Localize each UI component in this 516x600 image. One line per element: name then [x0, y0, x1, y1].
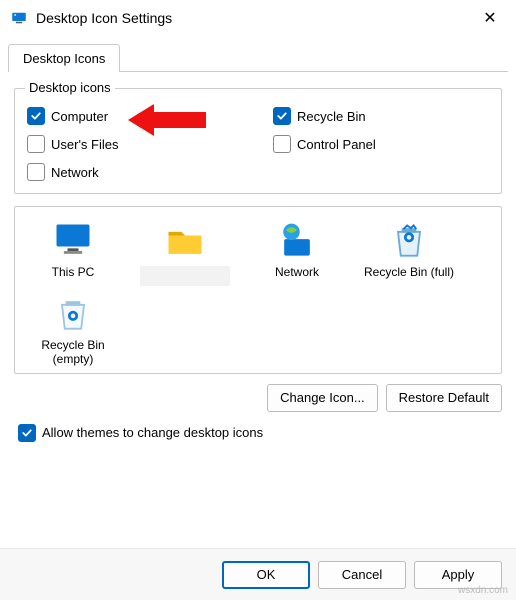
preview-icon-label: This PC — [23, 266, 123, 280]
icon-preview-panel: This PC Network Recycle Bin (full) Recycle … — [14, 206, 502, 374]
dialog-content: Desktop icons Computer Recycle Bin User's … — [0, 72, 516, 460]
preview-icon-recycle-bin-empty-[interactable]: Recycle Bin (empty) — [23, 292, 123, 367]
preview-icon-folder[interactable] — [135, 219, 235, 286]
allow-themes-checkbox[interactable] — [18, 424, 36, 442]
checkbox-recycle-bin[interactable] — [273, 107, 291, 125]
folder-icon — [163, 219, 207, 263]
checkbox-label: Recycle Bin — [297, 109, 366, 124]
redacted-label — [140, 266, 230, 286]
checkbox-label: Control Panel — [297, 137, 376, 152]
close-button[interactable]: ✕ — [474, 8, 506, 28]
group-legend: Desktop icons — [25, 80, 115, 95]
checkbox-label: Network — [51, 165, 99, 180]
ok-button[interactable]: OK — [222, 561, 310, 589]
apply-button[interactable]: Apply — [414, 561, 502, 589]
checkbox-row: Control Panel — [273, 135, 489, 153]
group-desktop-icons: Desktop icons ComputerRecycle BinUser's … — [14, 88, 502, 194]
preview-icon-recycle-bin-full-[interactable]: Recycle Bin (full) — [359, 219, 459, 286]
restore-default-button[interactable]: Restore Default — [386, 384, 502, 412]
dialog-footer: OK Cancel Apply — [0, 548, 516, 600]
checkbox-row: Computer — [27, 107, 243, 125]
checkbox-label: Computer — [51, 109, 108, 124]
cancel-button[interactable]: Cancel — [318, 561, 406, 589]
tab-desktop-icons[interactable]: Desktop Icons — [8, 44, 120, 72]
icon-action-row: Change Icon... Restore Default — [14, 384, 502, 412]
change-icon-button[interactable]: Change Icon... — [267, 384, 378, 412]
checkbox-row: User's Files — [27, 135, 243, 153]
app-icon — [10, 9, 28, 27]
network-icon — [275, 219, 319, 263]
checkbox-control-panel[interactable] — [273, 135, 291, 153]
preview-icon-label: Recycle Bin (empty) — [23, 339, 123, 367]
bin-full-icon — [387, 219, 431, 263]
titlebar: Desktop Icon Settings ✕ — [0, 0, 516, 36]
preview-icon-this-pc[interactable]: This PC — [23, 219, 123, 286]
checkbox-user-s-files[interactable] — [27, 135, 45, 153]
preview-icon-label: Network — [247, 266, 347, 280]
monitor-icon — [51, 219, 95, 263]
allow-themes-row: Allow themes to change desktop icons — [18, 424, 502, 442]
checkbox-network[interactable] — [27, 163, 45, 181]
checkbox-row: Recycle Bin — [273, 107, 489, 125]
preview-icon-label: Recycle Bin (full) — [359, 266, 459, 280]
bin-empty-icon — [51, 292, 95, 336]
preview-icon-network[interactable]: Network — [247, 219, 347, 286]
checkbox-computer[interactable] — [27, 107, 45, 125]
allow-themes-label: Allow themes to change desktop icons — [42, 425, 263, 440]
window-title: Desktop Icon Settings — [36, 10, 474, 26]
checkbox-row: Network — [27, 163, 243, 181]
tab-strip: Desktop Icons — [8, 44, 508, 72]
checkbox-label: User's Files — [51, 137, 119, 152]
